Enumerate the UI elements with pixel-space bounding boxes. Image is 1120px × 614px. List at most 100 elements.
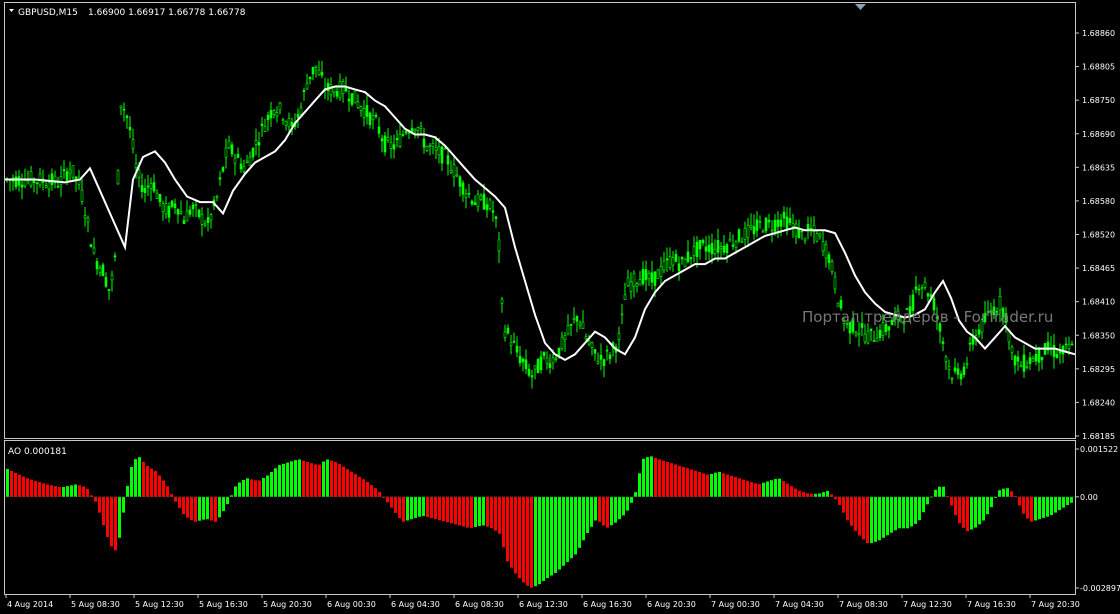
ao-bar <box>78 485 81 497</box>
candle-body <box>695 241 699 257</box>
candle-body <box>209 214 213 221</box>
candle-body <box>959 373 963 380</box>
candle-body <box>368 112 372 125</box>
ao-bar <box>274 468 277 497</box>
ao-bar <box>786 483 789 497</box>
candle-body <box>533 365 537 370</box>
time-axis: 4 Aug 2014 5 Aug 08:30 5 Aug 12:30 5 Aug 16… <box>5 594 1080 609</box>
candle-body <box>965 363 969 366</box>
candle-body <box>545 357 549 364</box>
ao-bar <box>314 464 317 497</box>
candle-body <box>503 331 507 338</box>
ao-bar <box>510 496 513 568</box>
candle-body <box>227 140 231 149</box>
candle-body <box>380 138 384 142</box>
candle-body <box>755 219 759 231</box>
candle-body <box>875 337 879 342</box>
symbol-label: GBPUSD,M15 <box>18 8 78 18</box>
ao-bar <box>158 475 161 497</box>
candle-body <box>758 220 762 223</box>
ao-bar <box>922 496 925 513</box>
time-tick-label: 6 Aug 04:30 <box>391 600 440 609</box>
ao-bar <box>294 460 297 497</box>
candle-body <box>962 366 966 375</box>
price-panel-border <box>4 2 1076 439</box>
candle-body <box>791 223 795 227</box>
candle-body <box>1070 343 1074 346</box>
ao-bar <box>926 496 929 505</box>
candle-body <box>692 246 696 256</box>
ao-bar <box>998 490 1001 497</box>
ao-bar <box>562 496 565 566</box>
candle-body <box>629 281 633 292</box>
ao-bar <box>662 460 665 497</box>
ao-bar <box>966 496 969 532</box>
candle-body <box>518 356 522 364</box>
candle-body <box>665 258 669 261</box>
candle-body <box>317 69 321 76</box>
indicator-label: AO 0.000181 <box>8 447 67 457</box>
candle-body <box>719 246 723 250</box>
candle-body <box>914 286 918 290</box>
candle-body <box>152 182 156 192</box>
time-tick-label: 5 Aug 12:30 <box>135 600 184 609</box>
ao-bar <box>754 483 757 497</box>
candle-body <box>590 342 594 348</box>
candle-body <box>698 239 702 250</box>
candle-body <box>536 359 540 374</box>
ao-bar <box>650 456 653 497</box>
ao-bar <box>138 457 141 497</box>
candle-body <box>29 171 33 186</box>
ao-bar <box>938 486 941 497</box>
candle-body <box>539 356 543 371</box>
ao-bar <box>718 472 721 497</box>
ao-bar <box>838 496 841 506</box>
ao-bar <box>30 479 33 497</box>
ao-bar <box>298 459 301 497</box>
candle-body <box>221 167 225 172</box>
candle-body <box>239 163 243 170</box>
ao-bar <box>506 496 509 562</box>
candle-body <box>308 76 312 80</box>
candle-body <box>593 349 597 354</box>
price-tick-label: 1.68635 <box>1082 163 1115 172</box>
ao-bar <box>66 486 69 497</box>
candle-body <box>833 276 837 290</box>
candle-body <box>35 182 39 185</box>
candle-body <box>185 210 189 222</box>
ao-bar <box>626 496 629 511</box>
ao-bar <box>522 496 525 583</box>
candle-body <box>398 133 402 147</box>
ao-bar <box>914 496 917 524</box>
candle-body <box>422 138 426 148</box>
candle-body <box>878 330 882 338</box>
candle-body <box>200 214 204 225</box>
ao-bar <box>454 496 457 525</box>
ao-panel[interactable]: AO 0.000181 0.001522 0.00 -0.002897 <box>4 440 1120 595</box>
candle-body <box>191 204 195 210</box>
ao-bar <box>762 482 765 497</box>
ao-bar <box>750 482 753 497</box>
candle-body <box>716 239 720 253</box>
ao-bar <box>674 464 677 497</box>
ao-bar <box>770 480 773 497</box>
candle-body <box>1019 365 1023 368</box>
candle-body <box>704 246 708 252</box>
candle-body <box>272 110 276 115</box>
candle-body <box>86 218 90 223</box>
candle-body <box>143 187 147 193</box>
ao-bar <box>1022 496 1025 514</box>
price-tick-label: 1.68410 <box>1082 298 1115 307</box>
candle-body <box>437 146 441 156</box>
candle-body <box>365 105 369 117</box>
candle-body <box>176 208 180 215</box>
candle-body <box>245 160 249 163</box>
ao-bar <box>418 496 421 517</box>
candle-body <box>683 258 687 267</box>
candle-body <box>407 132 411 135</box>
ao-bar <box>286 462 289 497</box>
ao-bar <box>266 475 269 497</box>
ao-bar <box>426 496 429 518</box>
price-panel[interactable]: GBPUSD,M15 1.66900 1.66917 1.66778 1.667… <box>4 2 1116 442</box>
ao-bar <box>446 496 449 523</box>
